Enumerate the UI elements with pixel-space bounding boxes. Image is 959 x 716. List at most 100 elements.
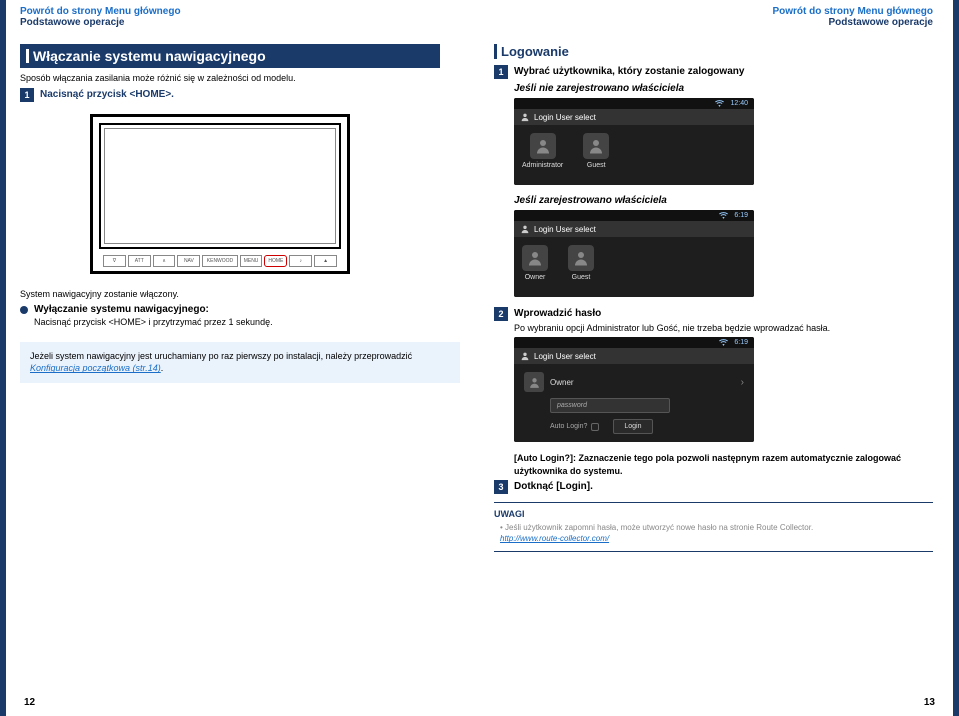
person-icon <box>572 249 590 267</box>
clock-2: 6:19 <box>734 212 748 219</box>
auto-login-note: [Auto Login?]: Zaznaczenie tego pola poz… <box>514 452 933 477</box>
status-bar-2: 6:19 <box>514 210 754 221</box>
login-button[interactable]: Login <box>613 419 652 434</box>
avatar-admin <box>530 133 556 159</box>
screen-body-2: Owner Guest <box>514 237 754 297</box>
screen-no-owner: 12:40 Login User select Administrator Gu… <box>514 98 754 185</box>
login-row: Auto Login? Login <box>550 419 744 434</box>
bullet-icon <box>20 306 28 314</box>
btn-up-icon: ∧ <box>153 255 176 267</box>
device-illustration: ∇ ATT ∧ NAV KENWOOD MENU HOME ♪ ▲ <box>90 114 350 274</box>
step-1-text: Nacisnąć przycisk <HOME>. <box>40 88 174 101</box>
chevron-right-icon: › <box>741 377 744 388</box>
owner-row[interactable]: Owner › <box>524 372 744 392</box>
notes-body: Jeśli użytkownik zapomni hasła, może utw… <box>505 523 813 532</box>
info-box: Jeżeli system nawigacyjny jest uruchamia… <box>20 342 460 383</box>
breadcrumb-right: Podstawowe operacje <box>494 17 933 28</box>
bullet-text: Nacisnąć przycisk <HOME> i przytrzymać p… <box>34 316 273 329</box>
status-bar-1: 12:40 <box>514 98 754 109</box>
step-number-3r: 3 <box>494 480 508 494</box>
screen-body-1: Administrator Guest <box>514 125 754 185</box>
followup-text: System nawigacyjny zostanie włączony. <box>20 288 460 301</box>
btn-brand: KENWOOD <box>202 255 237 267</box>
btn-home-highlighted: HOME <box>264 255 287 267</box>
avatar-owner-sm <box>524 372 544 392</box>
user-label-guest2: Guest <box>572 274 591 281</box>
user-label-owner: Owner <box>525 274 546 281</box>
clock-3: 6:19 <box>734 339 748 346</box>
page-left: Powrót do strony Menu głównego Podstawow… <box>0 0 480 716</box>
avatar-guest2 <box>568 245 594 271</box>
info-tail: . <box>161 363 164 373</box>
password-row: password <box>550 398 744 413</box>
screen-body-3: Owner › password Auto Login? Login <box>514 364 754 442</box>
user-tile-guest2[interactable]: Guest <box>568 245 594 289</box>
return-main-menu-link-right[interactable]: Powrót do strony Menu głównego <box>494 6 933 17</box>
person-icon <box>520 351 530 361</box>
screen-title-3: Login User select <box>514 348 754 364</box>
step-3r-text: Dotknąć [Login]. <box>514 480 593 493</box>
screen-login: 6:19 Login User select Owner › password … <box>514 337 754 442</box>
step-number-1: 1 <box>20 88 34 102</box>
person-icon <box>520 224 530 234</box>
step-1-left: 1 Nacisnąć przycisk <HOME>. <box>20 88 460 102</box>
case-owner: Jeśli zarejestrowano właściciela <box>514 195 933 206</box>
notes-text: Jeśli użytkownik zapomni hasła, może utw… <box>494 522 933 544</box>
section-title-left: Włączanie systemu nawigacyjnego <box>20 44 440 68</box>
person-icon <box>526 249 544 267</box>
breadcrumb-left: Podstawowe operacje <box>20 17 460 28</box>
step-2-sub: Po wybraniu opcji Administrator lub Gość… <box>514 323 933 333</box>
btn-tel-icon: ♪ <box>289 255 312 267</box>
step-number-1r: 1 <box>494 65 508 79</box>
screen-title-1-text: Login User select <box>534 113 596 122</box>
user-tile-owner[interactable]: Owner <box>522 245 548 289</box>
btn-eject-icon: ▲ <box>314 255 337 267</box>
status-bar-3: 6:19 <box>514 337 754 348</box>
checkbox-icon <box>591 423 599 431</box>
device-button-row: ∇ ATT ∧ NAV KENWOOD MENU HOME ♪ ▲ <box>103 255 337 267</box>
user-tile-admin[interactable]: Administrator <box>522 133 563 177</box>
notes-title: UWAGI <box>494 509 933 519</box>
screen-title-2-text: Login User select <box>534 225 596 234</box>
page-number-left: 12 <box>24 697 35 708</box>
person-icon <box>528 376 541 389</box>
wifi-icon <box>715 100 724 107</box>
return-main-menu-link-left[interactable]: Powrót do strony Menu głównego <box>20 6 460 17</box>
step-number-2r: 2 <box>494 307 508 321</box>
auto-login-label: Auto Login? <box>550 423 587 430</box>
screen-title-1: Login User select <box>514 109 754 125</box>
person-icon <box>587 137 605 155</box>
auto-login-checkbox[interactable]: Auto Login? <box>550 423 599 431</box>
info-text: Jeżeli system nawigacyjny jest uruchamia… <box>30 351 412 361</box>
step-3-right: 3 Dotknąć [Login]. <box>494 480 933 494</box>
person-icon <box>534 137 552 155</box>
person-icon <box>520 112 530 122</box>
case-no-owner: Jeśli nie zarejestrowano właściciela <box>514 83 933 94</box>
section-title-left-text: Włączanie systemu nawigacyjnego <box>33 48 266 64</box>
wifi-icon <box>719 212 728 219</box>
step-1r-text: Wybrać użytkownika, który zostanie zalog… <box>514 65 744 78</box>
password-input[interactable]: password <box>550 398 670 413</box>
notes-block: UWAGI Jeśli użytkownik zapomni hasła, mo… <box>494 502 933 551</box>
avatar-guest <box>583 133 609 159</box>
screen-title-2: Login User select <box>514 221 754 237</box>
btn-menu: MENU <box>240 255 263 267</box>
btn-nav: NAV <box>177 255 200 267</box>
step-2-right: 2 Wprowadzić hasło <box>494 307 933 321</box>
bullet-title: Wyłączanie systemu nawigacyjnego: <box>34 303 273 316</box>
wifi-icon <box>719 339 728 346</box>
btn-att: ATT <box>128 255 151 267</box>
owner-name: Owner <box>550 378 574 387</box>
screen-owner: 6:19 Login User select Owner Guest <box>514 210 754 297</box>
step-1-right: 1 Wybrać użytkownika, który zostanie zal… <box>494 65 933 79</box>
clock-1: 12:40 <box>730 100 748 107</box>
notes-link[interactable]: http://www.route-collector.com/ <box>500 534 609 543</box>
intro-text: Sposób włączania zasilania może różnić s… <box>20 72 460 85</box>
step-2r-text: Wprowadzić hasło <box>514 307 601 320</box>
info-link[interactable]: Konfiguracja początkowa (str.14) <box>30 363 161 373</box>
avatar-owner <box>522 245 548 271</box>
page-number-right: 13 <box>924 697 935 708</box>
screen-title-3-text: Login User select <box>534 352 596 361</box>
user-tile-guest[interactable]: Guest <box>583 133 609 177</box>
user-label-guest: Guest <box>587 162 606 169</box>
